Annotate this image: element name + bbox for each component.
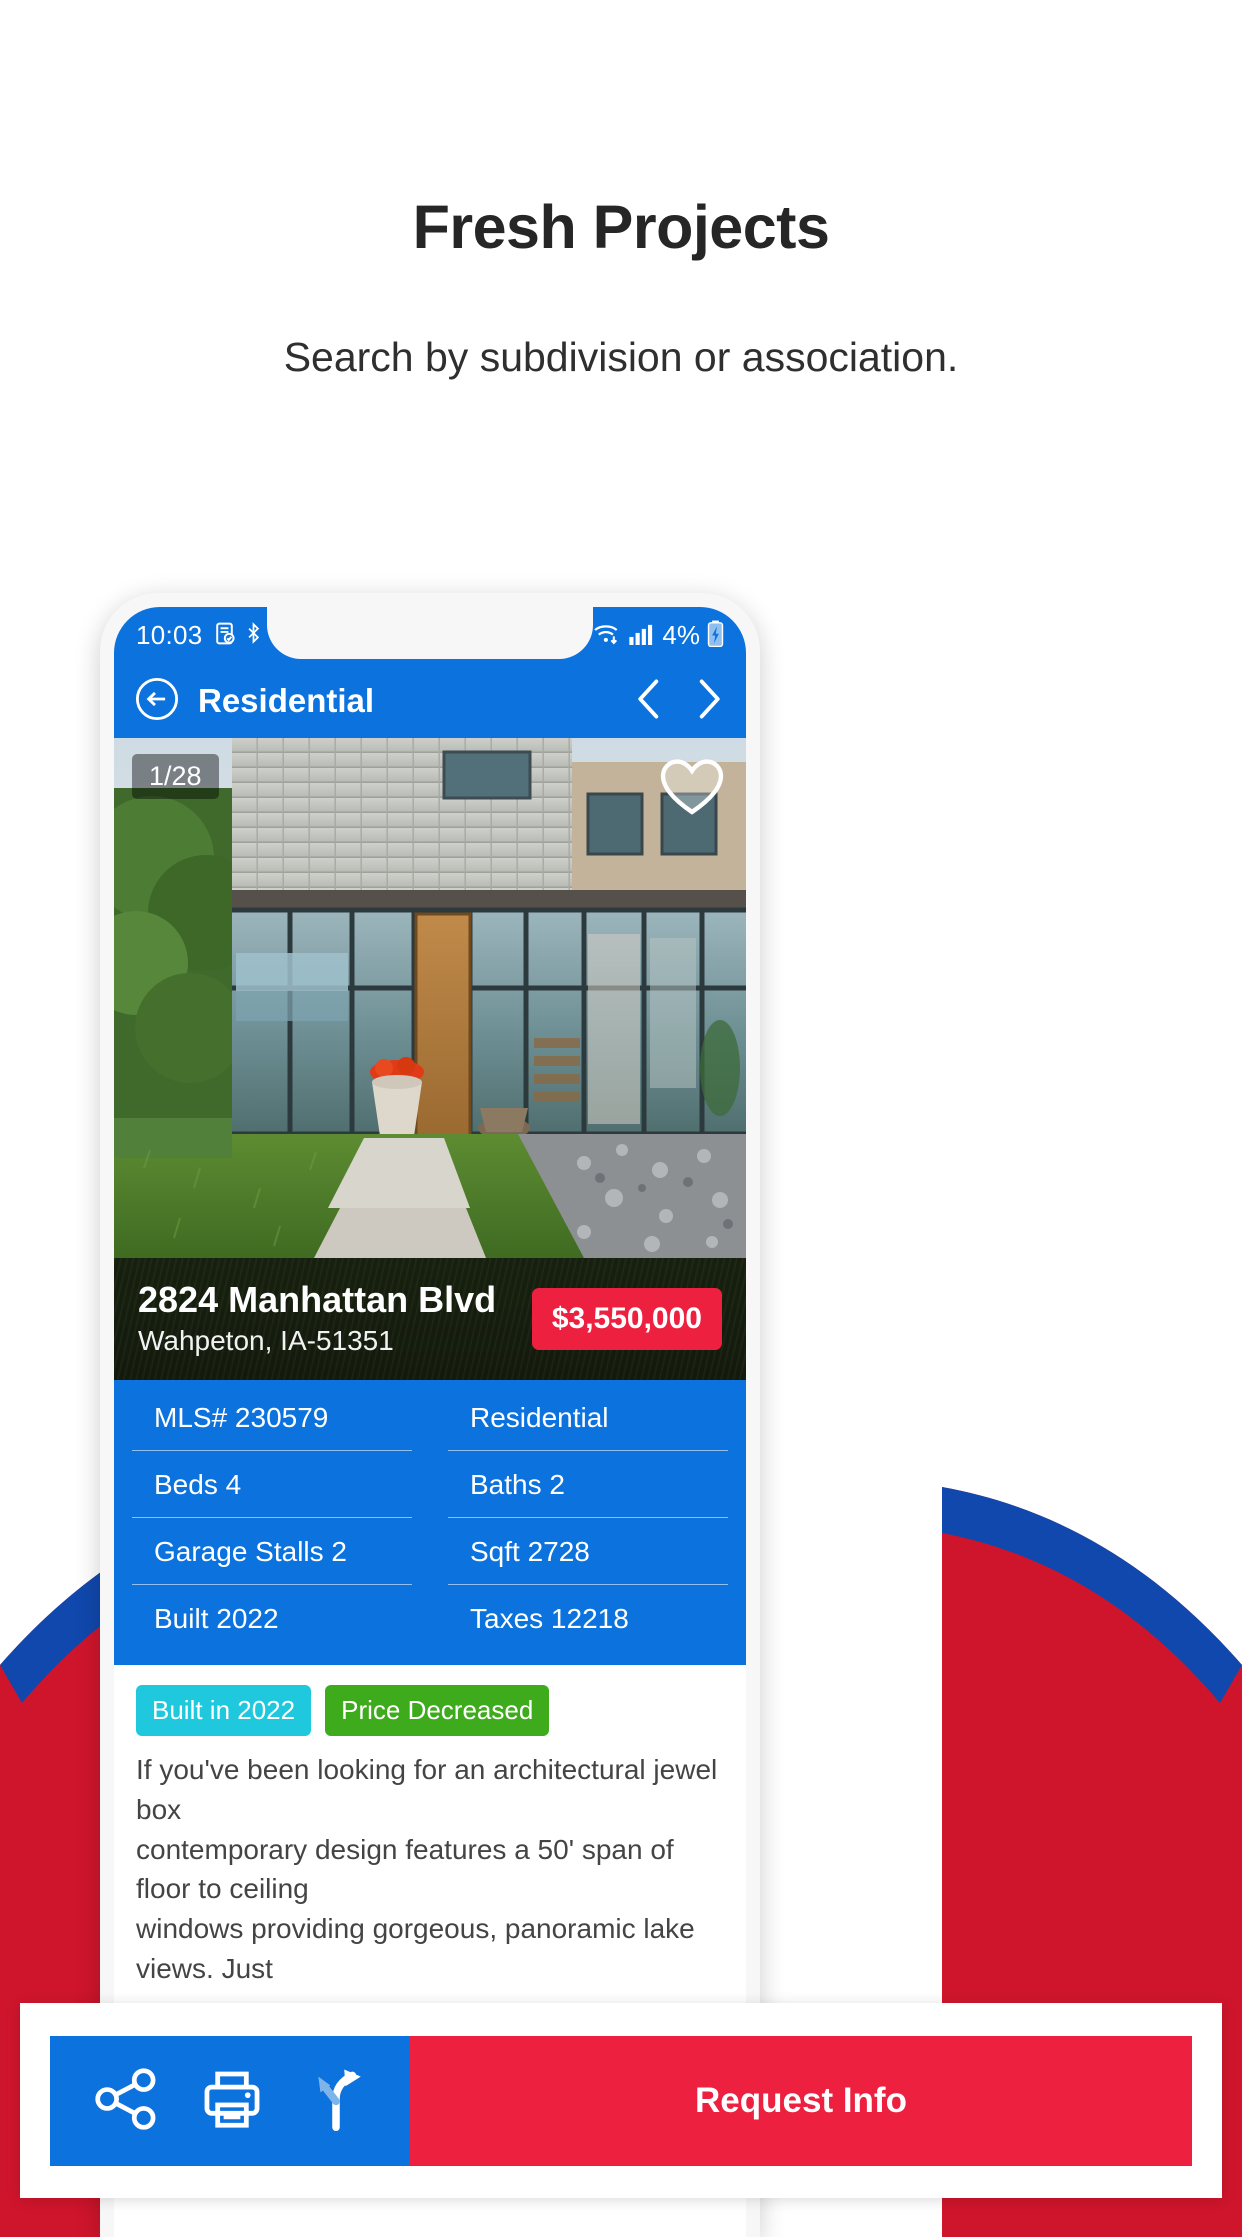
table-row: MLS# 230579 Residential	[114, 1384, 746, 1451]
status-badge-built: Built in 2022	[136, 1685, 312, 1736]
detail-type: Residential	[448, 1384, 728, 1451]
table-row: Built 2022 Taxes 12218	[114, 1585, 746, 1651]
action-bar-inner: Request Info	[50, 2036, 1192, 2166]
description-line-1: If you've been looking for an architectu…	[136, 1754, 718, 1825]
print-icon[interactable]	[201, 2068, 263, 2135]
battery-percent: 4%	[662, 620, 700, 650]
battery-charging-icon	[707, 620, 724, 652]
bluetooth-icon	[246, 622, 261, 649]
status-bar-left: 10:03	[136, 620, 261, 651]
listing-photo[interactable]: 1/28	[114, 738, 746, 1258]
listing-address-bar: 2824 Manhattan Blvd Wahpeton, IA-51351 $…	[114, 1258, 746, 1380]
chevron-right-icon[interactable]	[692, 677, 726, 726]
chevron-left-icon[interactable]	[632, 677, 666, 726]
heart-icon[interactable]	[658, 756, 726, 823]
detail-built: Built 2022	[154, 1603, 279, 1634]
back-arrow-icon[interactable]	[134, 676, 180, 727]
listing-address: 2824 Manhattan Blvd	[138, 1278, 497, 1320]
listing-badges: Built in 2022 Price Decreased	[114, 1665, 746, 1744]
status-bar: 10:03 4%	[114, 607, 746, 664]
phone-screen: 10:03 4% Residential 1/28 2824 Manhattan…	[114, 607, 746, 2237]
listing-description: If you've been looking for an architectu…	[114, 1744, 746, 1989]
app-bar-nav	[632, 677, 726, 726]
phone-mockup: 10:03 4% Residential 1/28 2824 Manhattan…	[100, 593, 760, 2237]
listing-price: $3,550,000	[531, 1287, 722, 1350]
table-row: Beds 4 Baths 2	[114, 1451, 746, 1518]
listing-details-grid: MLS# 230579 Residential Beds 4 Baths 2 G…	[114, 1380, 746, 1665]
phone-notch	[267, 607, 593, 659]
detail-baths: Baths 2	[448, 1451, 728, 1518]
app-bar: Residential	[114, 664, 746, 738]
detail-taxes: Taxes 12218	[470, 1603, 629, 1634]
photo-counter: 1/28	[132, 754, 219, 799]
page-subtitle: Search by subdivision or association.	[283, 334, 959, 380]
wifi-icon	[592, 621, 622, 651]
request-info-button[interactable]: Request Info	[410, 2036, 1192, 2166]
listing-city-state-zip: Wahpeton, IA-51351	[138, 1325, 394, 1357]
action-icon-group	[50, 2036, 410, 2166]
page-title: Fresh Projects	[412, 193, 830, 261]
page-root: Fresh Projects Search by subdivision or …	[0, 0, 1242, 2237]
description-line-3: windows providing gorgeous, panoramic la…	[136, 1913, 695, 1984]
floating-action-bar: Request Info	[20, 2003, 1222, 2198]
status-bar-right: 4%	[592, 620, 724, 652]
status-badge-price: Price Decreased	[325, 1685, 550, 1736]
status-time: 10:03	[136, 620, 203, 650]
share-icon[interactable]	[93, 2067, 159, 2135]
description-line-2: contemporary design features a 50' span …	[136, 1833, 674, 1905]
signal-bars-icon	[629, 622, 655, 650]
detail-mls: MLS# 230579	[132, 1384, 412, 1451]
directions-icon[interactable]	[305, 2066, 367, 2137]
detail-beds: Beds 4	[132, 1451, 412, 1518]
address-text-group: 2824 Manhattan Blvd Wahpeton, IA-51351	[138, 1278, 497, 1357]
detail-sqft: Sqft 2728	[448, 1518, 728, 1585]
document-check-icon	[212, 621, 237, 651]
app-bar-title: Residential	[198, 682, 375, 719]
detail-garage: Garage Stalls 2	[132, 1518, 412, 1585]
table-row: Garage Stalls 2 Sqft 2728	[114, 1518, 746, 1585]
